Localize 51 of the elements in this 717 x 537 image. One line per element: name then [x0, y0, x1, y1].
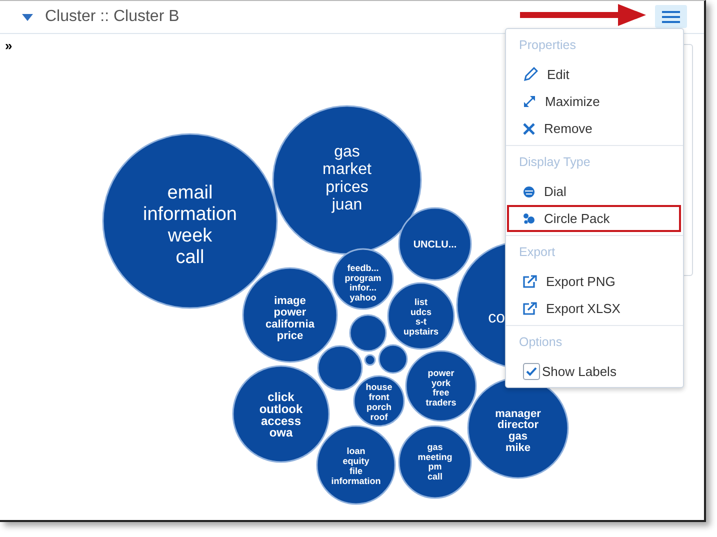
cluster-bubble[interactable]	[232, 365, 330, 463]
menu-icon	[662, 10, 680, 22]
menu-item[interactable]: Export XLSX	[507, 295, 681, 322]
menu-section-title: Properties	[518, 37, 576, 54]
menu-item[interactable]: Circle Pack	[507, 205, 681, 232]
menu-item[interactable]: Show Labels	[507, 358, 681, 385]
menu-item[interactable]: Export PNG	[507, 268, 681, 295]
cluster-bubble[interactable]	[398, 425, 472, 499]
cluster-bubble[interactable]	[364, 354, 376, 366]
bubble-label: loan equity file information	[331, 446, 381, 486]
menu-item[interactable]: Edit	[507, 61, 681, 88]
cluster-bubble[interactable]	[317, 345, 363, 391]
bubble-label: email information week call	[143, 182, 237, 268]
menu-section-title: Options	[518, 334, 562, 351]
expand-arrows-icon	[523, 95, 536, 108]
collapse-caret-icon[interactable]	[22, 14, 33, 20]
menu-section-title: Display Type	[518, 154, 590, 171]
checkbox[interactable]	[523, 363, 540, 380]
cluster-bubble[interactable]	[316, 425, 396, 505]
cluster-bubble[interactable]	[387, 282, 455, 350]
circles-icon	[523, 213, 535, 224]
cluster-bubble[interactable]	[349, 314, 387, 352]
export-icon	[523, 275, 537, 288]
menu-item[interactable]: Remove	[507, 115, 681, 142]
bubble-label: image power california price	[266, 294, 314, 342]
pencil-icon	[523, 67, 538, 82]
bubble-label: power york free traders	[426, 368, 456, 408]
menu-section-title: Export	[518, 244, 556, 261]
bubble-label: gas meeting pm call	[418, 442, 452, 482]
menu-item[interactable]: Maximize	[507, 88, 681, 115]
export-icon	[523, 302, 537, 315]
bubble-label: list udcs s-t upstairs	[404, 297, 438, 336]
bubble-label: click outlook access owa	[259, 390, 303, 440]
panel-title: Cluster :: Cluster B	[45, 8, 180, 26]
cluster-bubble[interactable]	[353, 375, 405, 427]
bubble-label: UNCLU...	[413, 240, 457, 250]
cluster-bubble[interactable]	[398, 207, 472, 281]
bubble-label: house front porch roof	[366, 382, 392, 422]
menu-button[interactable]	[655, 5, 687, 28]
cluster-bubble[interactable]	[405, 350, 477, 422]
bubble-label: co	[488, 310, 505, 327]
bubble-label: feedb... program infor... yahoo	[344, 263, 382, 302]
cluster-bubble[interactable]	[332, 248, 394, 310]
globe-icon	[523, 186, 535, 198]
cluster-bubble[interactable]	[242, 267, 338, 363]
bubble-label: manager director gas mike	[495, 408, 541, 454]
menu-item[interactable]: Dial	[507, 178, 681, 205]
expand-toggle[interactable]: »	[5, 39, 12, 52]
close-icon	[523, 122, 535, 134]
bubble-label: gas market prices juan	[322, 144, 372, 214]
cluster-bubble[interactable]	[378, 344, 408, 374]
